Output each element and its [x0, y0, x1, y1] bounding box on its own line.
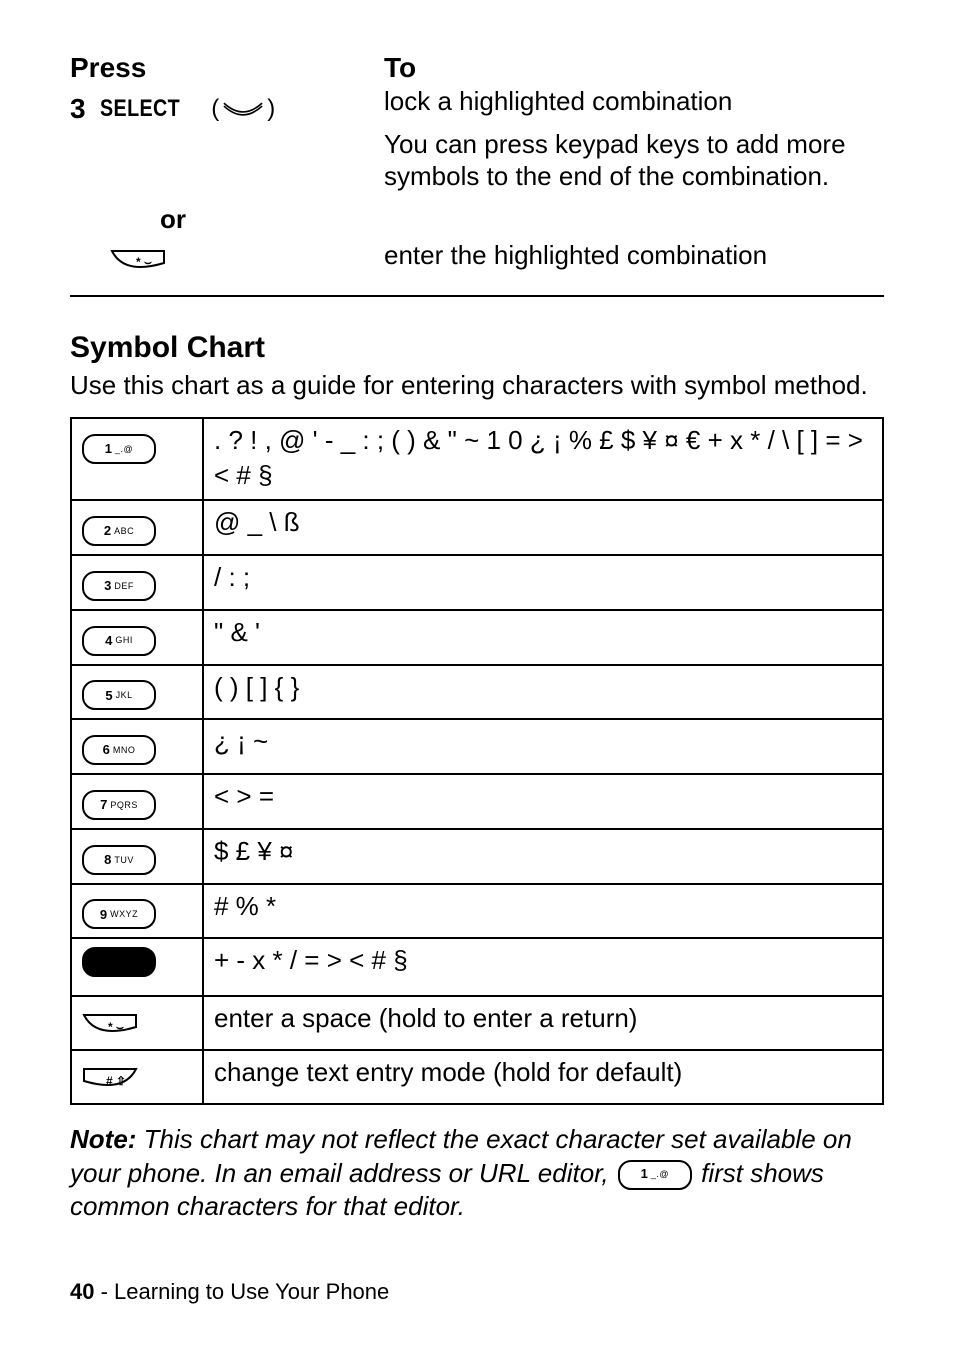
press-header: Press	[70, 50, 360, 85]
key-0-icon	[82, 947, 156, 977]
key-9-symbols: # % *	[203, 884, 883, 939]
lock-combination-text: lock a highlighted combination	[384, 85, 884, 118]
table-row: 3DEF / : ;	[71, 555, 883, 610]
key-7-icon: 7PQRS	[82, 790, 156, 820]
hash-key-icon: # ⇧	[82, 1067, 150, 1095]
table-row: 4GHI " & '	[71, 610, 883, 665]
table-row: * ⌣ enter a space (hold to enter a retur…	[71, 996, 883, 1050]
chapter-name: Learning to Use Your Phone	[114, 1279, 389, 1304]
key-4-icon: 4GHI	[82, 626, 156, 656]
symbol-chart-table: 1_.@ . ? ! , @ ' - _ : ; ( ) & " ~ 1 0 ¿…	[70, 417, 884, 1105]
table-row: 2ABC @ _ \ ß	[71, 500, 883, 555]
step-3-press: 3 SELECT ()	[70, 91, 360, 126]
press-to-instructions: Press To 3 SELECT () lock a highlighted …	[70, 50, 884, 277]
add-more-symbols-text: You can press keypad keys to add more sy…	[384, 128, 884, 193]
or-label: or	[160, 203, 360, 236]
key-9-icon: 9WXYZ	[82, 899, 156, 929]
to-header: To	[384, 50, 884, 85]
select-softkey-icon: ()	[211, 94, 275, 124]
key-7-symbols: < > =	[203, 774, 883, 829]
footer-sep: -	[94, 1279, 114, 1304]
table-row: 7PQRS < > =	[71, 774, 883, 829]
key-6-icon: 6MNO	[82, 735, 156, 765]
key-3-symbols: / : ;	[203, 555, 883, 610]
note-lead: Note:	[70, 1124, 136, 1154]
hash-key-description: change text entry mode (hold for default…	[203, 1050, 883, 1104]
star-key-icon: * ⌣	[82, 1013, 150, 1041]
key-3-icon: 3DEF	[82, 571, 156, 601]
key-6-symbols: ¿ ¡ ~	[203, 719, 883, 774]
key-1-icon: 1_.@	[618, 1160, 692, 1190]
key-2-symbols: @ _ \ ß	[203, 500, 883, 555]
note-paragraph: Note: This chart may not reflect the exa…	[70, 1123, 884, 1224]
table-row: 8TUV $ £ ¥ ¤	[71, 829, 883, 884]
key-8-symbols: $ £ ¥ ¤	[203, 829, 883, 884]
key-4-symbols: " & '	[203, 610, 883, 665]
key-2-icon: 2ABC	[82, 516, 156, 546]
table-row: # ⇧ change text entry mode (hold for def…	[71, 1050, 883, 1104]
key-1-icon: 1_.@	[82, 434, 156, 464]
symbol-chart-intro: Use this chart as a guide for entering c…	[70, 369, 884, 402]
table-row: 1_.@ . ? ! , @ ' - _ : ; ( ) & " ~ 1 0 ¿…	[71, 418, 883, 500]
table-row: 9WXYZ # % *	[71, 884, 883, 939]
key-1-symbols: . ? ! , @ ' - _ : ; ( ) & " ~ 1 0 ¿ ¡ % …	[203, 418, 883, 500]
page-number: 40	[70, 1279, 94, 1304]
table-row: + - x * / = > < # §	[71, 938, 883, 995]
star-key-icon: * ⌣	[110, 249, 178, 277]
key-8-icon: 8TUV	[82, 845, 156, 875]
symbol-chart-heading: Symbol Chart	[70, 331, 884, 365]
table-row: 6MNO ¿ ¡ ~	[71, 719, 883, 774]
key-0-symbols: + - x * / = > < # §	[203, 938, 883, 995]
enter-combination-text: enter the highlighted combination	[384, 239, 884, 272]
key-5-icon: 5JKL	[82, 680, 156, 710]
page-footer: 40 - Learning to Use Your Phone	[70, 1279, 389, 1305]
select-softkey-label: SELECT	[100, 94, 180, 124]
key-5-symbols: ( ) [ ] { }	[203, 665, 883, 720]
step-number: 3	[70, 91, 86, 126]
divider	[70, 295, 884, 297]
table-row: 5JKL ( ) [ ] { }	[71, 665, 883, 720]
star-key-description: enter a space (hold to enter a return)	[203, 996, 883, 1050]
